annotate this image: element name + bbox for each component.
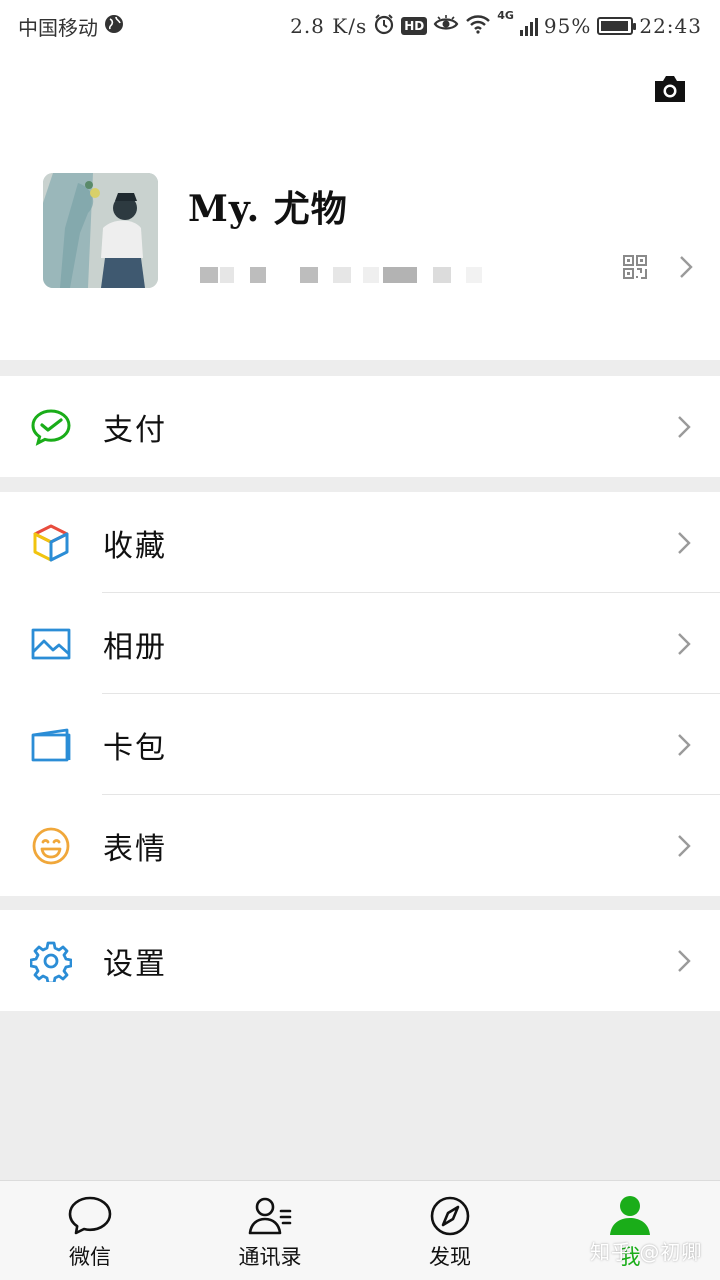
menu-group-personal: 收藏 相册 卡包 表情 <box>0 492 720 896</box>
compass-icon <box>427 1195 473 1237</box>
signal-strength-icon <box>519 16 538 36</box>
camera-icon[interactable] <box>652 74 688 104</box>
tab-me[interactable]: 我 <box>540 1181 720 1280</box>
album-picture-icon <box>30 623 72 665</box>
chevron-right-icon <box>676 731 692 759</box>
hd-badge: HD <box>401 17 428 35</box>
menu-label-pay: 支付 <box>103 412 167 448</box>
network-speed: 2.8 K/s <box>290 14 368 38</box>
menu-item-cards[interactable]: 卡包 <box>0 694 720 795</box>
smiley-face-icon <box>30 825 72 867</box>
chevron-right-icon <box>676 832 692 860</box>
battery-percent: 95% <box>543 14 592 38</box>
tab-chats[interactable]: 微信 <box>0 1181 180 1280</box>
card-wallet-icon <box>30 724 72 766</box>
profile-header[interactable]: My. 尤物 <box>0 52 720 360</box>
menu-item-stickers[interactable]: 表情 <box>0 795 720 896</box>
carrier-label: 中国移动 <box>18 15 98 40</box>
tab-label-chats: 微信 <box>69 1245 111 1269</box>
wechat-pay-icon <box>30 406 72 448</box>
gear-icon <box>29 940 73 984</box>
favorites-cube-icon <box>30 522 72 564</box>
chevron-right-icon[interactable] <box>676 252 696 282</box>
profile-nickname: My. 尤物 <box>188 188 348 230</box>
menu-label-stickers: 表情 <box>103 831 167 867</box>
chat-bubble-icon <box>67 1195 113 1237</box>
tab-label-contacts: 通讯录 <box>238 1245 302 1269</box>
menu-item-pay[interactable]: 支付 <box>0 376 720 477</box>
bottom-tab-bar: 微信 通讯录 发现 我 <box>0 1180 720 1280</box>
menu-item-favorites[interactable]: 收藏 <box>0 492 720 593</box>
clock-time: 22:43 <box>639 14 702 38</box>
chevron-right-icon <box>676 413 692 441</box>
watermark-text: 知乎 @初卿 <box>590 1240 703 1264</box>
chevron-right-icon <box>676 947 692 975</box>
menu-label-album: 相册 <box>103 629 167 665</box>
person-icon <box>607 1195 653 1237</box>
tab-contacts[interactable]: 通讯录 <box>180 1181 360 1280</box>
globe-icon <box>104 14 124 38</box>
menu-label-favorites: 收藏 <box>103 528 167 564</box>
menu-item-settings[interactable]: 设置 <box>0 910 720 1011</box>
wechat-id-blurred <box>198 265 498 285</box>
status-left: 中国移动 <box>18 12 124 41</box>
menu-group-pay: 支付 <box>0 376 720 477</box>
alarm-icon <box>373 13 395 39</box>
avatar[interactable] <box>43 173 158 288</box>
tab-label-discover: 发现 <box>429 1245 471 1269</box>
chevron-right-icon <box>676 529 692 557</box>
tab-discover[interactable]: 发现 <box>360 1181 540 1280</box>
status-right: 2.8 K/s HD 4G 95% 22:43 <box>290 9 702 39</box>
eye-comfort-icon <box>433 14 459 38</box>
menu-group-settings: 设置 <box>0 910 720 1011</box>
menu-item-album[interactable]: 相册 <box>0 593 720 694</box>
network-type: 4G <box>497 9 514 22</box>
menu-label-cards: 卡包 <box>103 730 167 766</box>
battery-icon <box>597 17 637 35</box>
chevron-right-icon <box>676 630 692 658</box>
status-bar: 中国移动 2.8 K/s HD 4G 95% 22:43 <box>0 0 720 52</box>
contacts-icon <box>247 1195 293 1237</box>
qr-code-icon[interactable] <box>622 254 648 280</box>
menu-label-settings: 设置 <box>103 946 167 982</box>
wifi-icon <box>465 14 491 38</box>
